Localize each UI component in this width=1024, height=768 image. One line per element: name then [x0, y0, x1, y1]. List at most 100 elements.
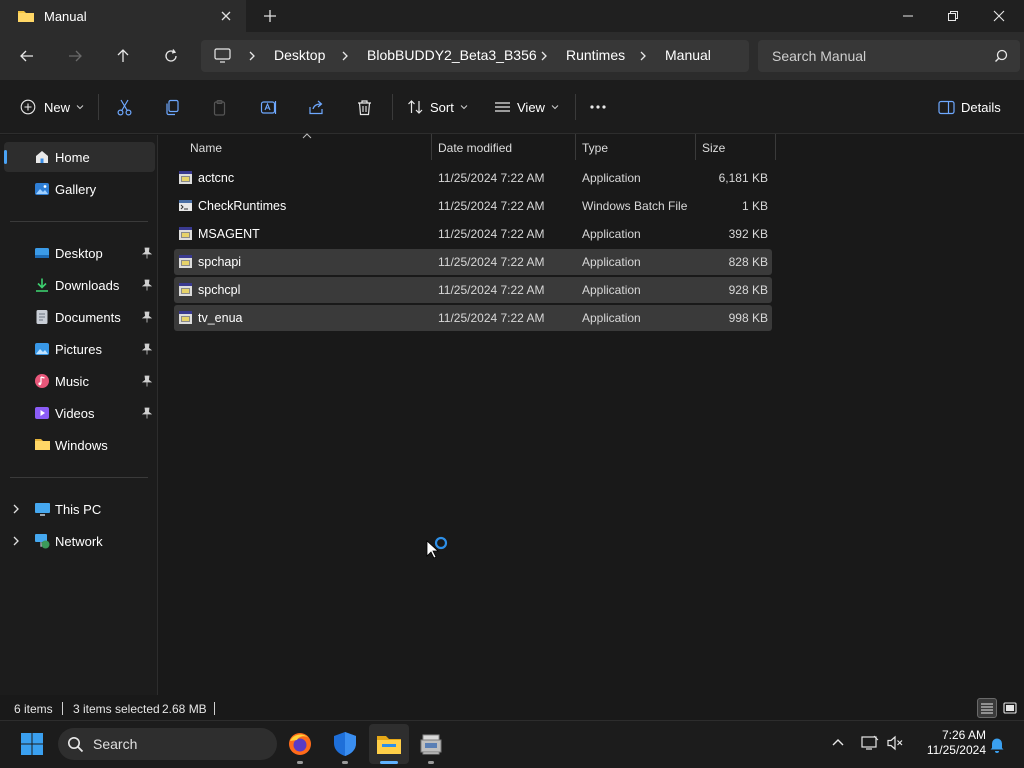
refresh-icon[interactable]: [159, 44, 183, 68]
share-button[interactable]: [308, 96, 325, 118]
details-view-toggle[interactable]: [977, 698, 997, 718]
chevron-down-icon: [76, 103, 84, 111]
running-indicator: [297, 761, 303, 764]
taskbar-search[interactable]: Search: [58, 728, 277, 760]
sidebar-item-windows[interactable]: Windows: [4, 430, 155, 460]
sidebar-item-gallery[interactable]: Gallery: [4, 174, 155, 204]
more-options-button[interactable]: [589, 96, 607, 118]
file-row[interactable]: MSAGENT 11/25/2024 7:22 AM Application 3…: [174, 221, 772, 247]
column-divider[interactable]: [575, 134, 576, 160]
sidebar-item-music[interactable]: Music: [4, 366, 155, 396]
column-divider[interactable]: [775, 134, 776, 160]
minimize-icon[interactable]: [885, 0, 931, 32]
pin-icon[interactable]: [142, 375, 152, 387]
sidebar-item-network[interactable]: Network: [4, 526, 155, 556]
status-bar: 6 items 3 items selected 2.68 MB: [0, 695, 1024, 720]
column-header-name[interactable]: Name: [190, 141, 222, 155]
chevron-right-icon[interactable]: [12, 535, 20, 547]
trash-icon: [356, 99, 373, 116]
chevron-right-icon[interactable]: [539, 50, 549, 62]
taskbar-app-file-explorer[interactable]: [373, 728, 405, 760]
application-icon: [178, 282, 193, 297]
sidebar-item-pictures[interactable]: Pictures: [4, 334, 155, 364]
close-window-icon[interactable]: [976, 0, 1022, 32]
pin-icon[interactable]: [142, 407, 152, 419]
chevron-up-icon[interactable]: [831, 737, 845, 747]
breadcrumb-blobbuddy[interactable]: BlobBUDDY2_Beta3_B356: [367, 47, 537, 63]
rename-button[interactable]: [260, 96, 278, 118]
view-icon: [494, 99, 511, 115]
chevron-right-icon[interactable]: [638, 50, 648, 62]
tab-title: Manual: [44, 9, 87, 24]
copy-icon: [164, 99, 181, 116]
sort-button[interactable]: Sort: [407, 96, 468, 118]
window-tab[interactable]: Manual: [0, 0, 246, 32]
clock-time: 7:26 AM: [941, 728, 986, 742]
back-icon[interactable]: [15, 44, 39, 68]
sidebar-item-videos[interactable]: Videos: [4, 398, 155, 428]
search-icon[interactable]: [994, 49, 1008, 63]
sidebar-item-downloads[interactable]: Downloads: [4, 270, 155, 300]
start-button[interactable]: [16, 728, 48, 760]
view-button[interactable]: View: [494, 96, 559, 118]
close-tab-icon[interactable]: [218, 8, 234, 24]
column-divider[interactable]: [695, 134, 696, 160]
sidebar-item-documents[interactable]: Documents: [4, 302, 155, 332]
breadcrumb-desktop[interactable]: Desktop: [274, 47, 325, 63]
volume-muted-icon[interactable]: [886, 735, 904, 751]
search-box[interactable]: Search Manual: [758, 40, 1020, 72]
breadcrumb-manual[interactable]: Manual: [665, 47, 711, 63]
file-size: 6,181 KB: [718, 171, 768, 185]
chevron-right-icon[interactable]: [340, 50, 350, 62]
taskbar-clock[interactable]: 7:26 AM 11/25/2024: [912, 728, 986, 758]
start-icon: [20, 732, 44, 756]
cut-button[interactable]: [116, 96, 133, 118]
pin-icon[interactable]: [142, 311, 152, 323]
chevron-right-icon[interactable]: [12, 503, 20, 515]
up-icon[interactable]: [111, 44, 135, 68]
sidebar-item-label: Network: [55, 534, 103, 549]
chevron-right-icon[interactable]: [247, 50, 257, 62]
column-header-date[interactable]: Date modified: [438, 141, 512, 155]
file-row[interactable]: actcnc 11/25/2024 7:22 AM Application 6,…: [174, 165, 772, 191]
busy-cursor-icon: [426, 534, 450, 560]
new-tab-icon[interactable]: [262, 8, 278, 24]
sidebar-item-this-pc[interactable]: This PC: [4, 494, 155, 524]
forward-icon[interactable]: [63, 44, 87, 68]
taskbar-app-firefox[interactable]: [284, 728, 316, 760]
clock-date: 11/25/2024: [926, 743, 986, 757]
pin-icon[interactable]: [142, 279, 152, 291]
file-name: MSAGENT: [198, 227, 260, 241]
delete-button[interactable]: [356, 96, 373, 118]
file-row[interactable]: CheckRuntimes 11/25/2024 7:22 AM Windows…: [174, 193, 772, 219]
pin-icon[interactable]: [142, 343, 152, 355]
toolbar-separator: [392, 94, 393, 120]
details-button[interactable]: Details: [938, 96, 1001, 118]
tiles-view-toggle[interactable]: [1000, 698, 1020, 718]
network-tray-icon[interactable]: [861, 735, 879, 751]
restore-icon[interactable]: [930, 0, 976, 32]
taskbar-app-installer[interactable]: [415, 728, 447, 760]
copy-button[interactable]: [164, 96, 181, 118]
column-divider[interactable]: [431, 134, 432, 160]
breadcrumb-runtimes[interactable]: Runtimes: [566, 47, 625, 63]
sidebar-item-home[interactable]: Home: [4, 142, 155, 172]
details-view-icon: [980, 702, 994, 714]
column-header-type[interactable]: Type: [582, 141, 608, 155]
paste-button[interactable]: [212, 96, 229, 118]
sidebar-item-label: Desktop: [55, 246, 103, 261]
new-button[interactable]: New: [20, 96, 84, 118]
file-row-selected[interactable]: spchcpl 11/25/2024 7:22 AM Application 9…: [174, 277, 772, 303]
running-indicator: [428, 761, 434, 764]
file-type: Application: [582, 283, 641, 297]
column-header-size[interactable]: Size: [702, 141, 725, 155]
notification-bell-icon[interactable]: [989, 736, 1005, 753]
taskbar-app-security[interactable]: [329, 728, 361, 760]
file-row-selected[interactable]: tv_enua 11/25/2024 7:22 AM Application 9…: [174, 305, 772, 331]
sidebar-item-desktop[interactable]: Desktop: [4, 238, 155, 268]
file-row-selected[interactable]: spchapi 11/25/2024 7:22 AM Application 8…: [174, 249, 772, 275]
file-type: Windows Batch File: [582, 199, 688, 213]
pin-icon[interactable]: [142, 247, 152, 259]
sidebar-item-label: Home: [55, 150, 90, 165]
sort-label: Sort: [430, 99, 454, 115]
